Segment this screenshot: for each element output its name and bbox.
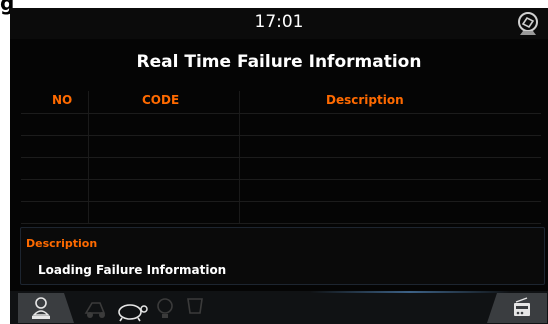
description-text: Loading Failure Information [38, 263, 227, 277]
reset-icon[interactable] [514, 11, 542, 39]
row-divider [21, 113, 541, 114]
top-bar: 17:01 [10, 8, 548, 39]
row-divider [21, 157, 541, 158]
display-screen: 17:01 Real Time Failure Information NO C… [10, 8, 548, 324]
operator-icon[interactable] [18, 293, 74, 323]
row-divider [21, 135, 541, 136]
row-divider [21, 179, 541, 180]
column-header-description: Description [326, 93, 404, 107]
turtle-icon[interactable] [110, 293, 152, 323]
column-header-no: NO [52, 93, 73, 107]
bar-glow [310, 291, 510, 293]
column-header-code: CODE [142, 93, 180, 107]
row-divider [21, 201, 541, 202]
row-divider [21, 223, 541, 224]
bulb-icon[interactable] [150, 293, 180, 323]
description-label: Description [26, 237, 98, 250]
bottom-bar [10, 291, 548, 324]
cup-icon[interactable] [180, 293, 210, 323]
radio-icon[interactable] [487, 293, 547, 323]
clock: 17:01 [254, 12, 304, 32]
failure-table: NO CODE Description [21, 91, 541, 224]
description-panel: Description Loading Failure Information [20, 227, 545, 285]
page-title: Real Time Failure Information [136, 52, 422, 72]
